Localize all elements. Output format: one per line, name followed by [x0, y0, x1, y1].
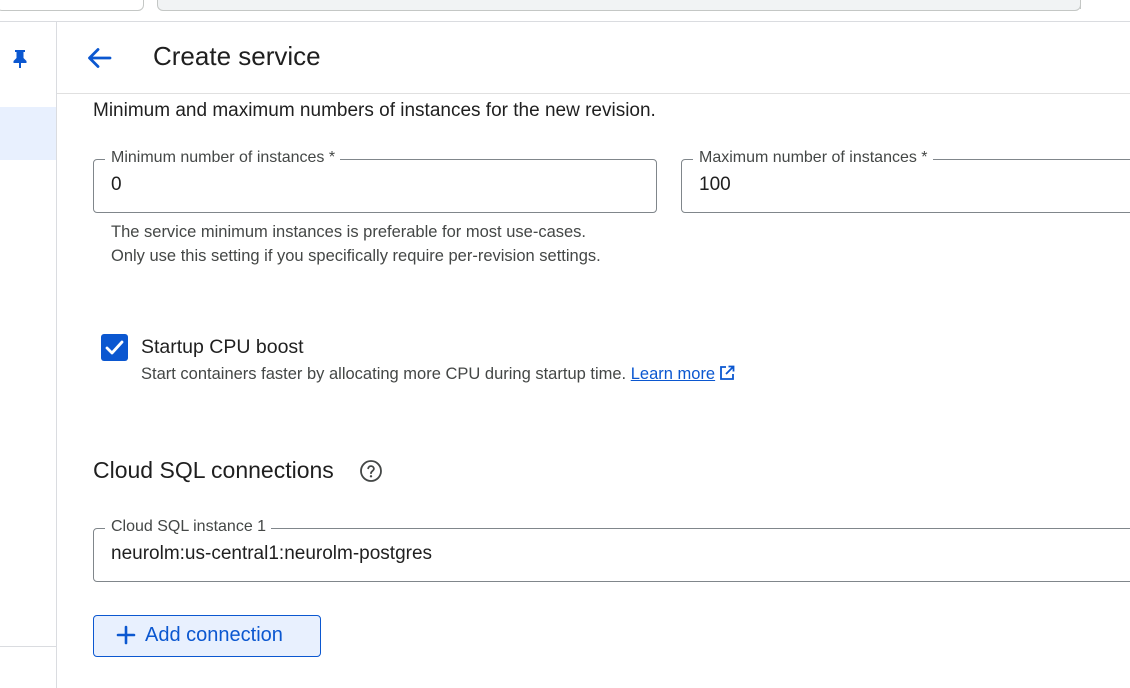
- cloud-sql-instance-label: Cloud SQL instance 1: [105, 518, 272, 536]
- pin-icon[interactable]: [11, 49, 29, 69]
- top-toolbar-strip: [0, 0, 1130, 22]
- instances-description: Minimum and maximum numbers of instances…: [93, 100, 656, 121]
- learn-more-link[interactable]: Learn more: [631, 365, 715, 383]
- help-icon[interactable]: [359, 459, 383, 483]
- cloud-sql-heading: Cloud SQL connections: [93, 457, 334, 483]
- max-instances-field[interactable]: Maximum number of instances * 100: [681, 149, 1130, 213]
- cloud-sql-instance-field[interactable]: Cloud SQL instance 1 neurolm:us-central1…: [93, 518, 1130, 582]
- rail-selected-item[interactable]: [0, 107, 56, 160]
- max-instances-input[interactable]: 100: [699, 174, 731, 196]
- cloud-sql-instance-input[interactable]: neurolm:us-central1:neurolm-postgres: [111, 543, 432, 565]
- open-in-new-icon[interactable]: [719, 365, 735, 381]
- add-connection-button[interactable]: Add connection: [93, 615, 321, 657]
- add-connection-label: Add connection: [145, 624, 283, 646]
- arrow-back-icon[interactable]: [84, 43, 114, 73]
- min-instances-input[interactable]: 0: [111, 174, 122, 196]
- page-title: Create service: [153, 41, 321, 71]
- min-instances-label: Minimum number of instances *: [105, 149, 341, 167]
- page-header: Create service: [57, 21, 1130, 94]
- min-instances-field[interactable]: Minimum number of instances * 0: [93, 149, 657, 213]
- startup-cpu-boost-checkbox[interactable]: [101, 334, 128, 361]
- rail-divider: [0, 646, 56, 647]
- top-left-control[interactable]: [0, 0, 144, 11]
- top-search-bar[interactable]: [157, 0, 1081, 11]
- plus-icon: [116, 625, 136, 645]
- left-nav-rail: [0, 21, 57, 688]
- startup-cpu-boost-text: Start containers faster by allocating mo…: [141, 365, 627, 383]
- startup-cpu-boost-label: Startup CPU boost: [141, 336, 304, 358]
- min-instances-hint: The service minimum instances is prefera…: [111, 223, 601, 265]
- startup-cpu-boost-description: Start containers faster by allocating mo…: [141, 365, 735, 384]
- top-divider: [1080, 0, 1081, 9]
- max-instances-label: Maximum number of instances *: [693, 149, 933, 167]
- check-icon: [105, 340, 124, 355]
